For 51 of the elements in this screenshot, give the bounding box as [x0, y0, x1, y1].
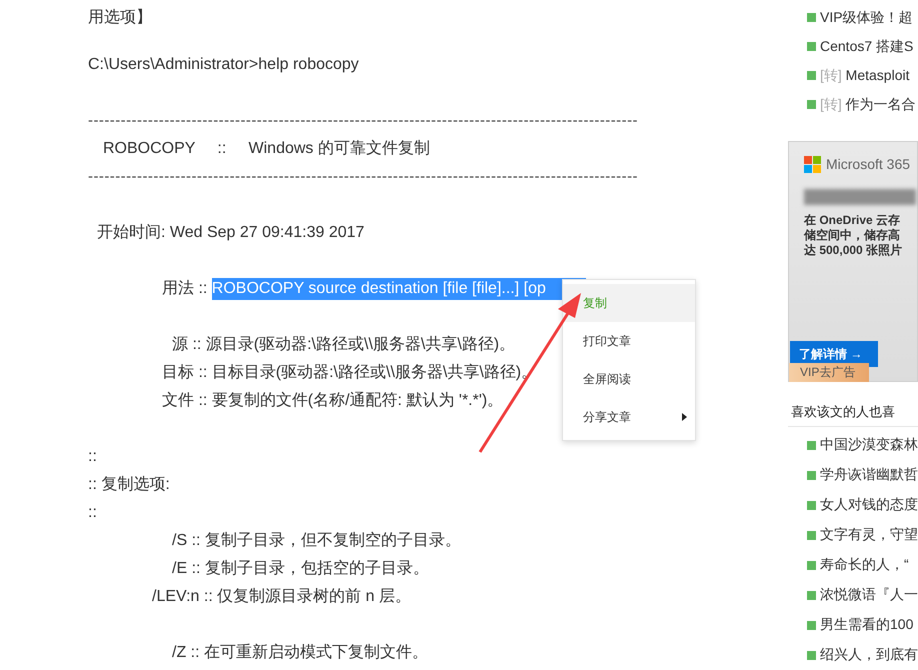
square-bullet-icon: [807, 620, 816, 630]
square-bullet-icon: [807, 440, 816, 450]
body-text: ::: [88, 447, 97, 467]
square-bullet-icon: [807, 650, 816, 660]
body-text: 源 :: 源目录(驱动器:\路径或\\服务器\共享\路径)。: [172, 334, 516, 355]
article-link[interactable]: [转] 作为一名合: [820, 96, 916, 114]
square-bullet-icon: [807, 470, 816, 480]
article-link[interactable]: 女人对钱的态度: [820, 496, 918, 514]
ad-brand: Microsoft 365: [826, 156, 910, 172]
article-link[interactable]: 男生需看的100: [820, 616, 914, 634]
body-text: :: 复制选项:: [88, 474, 170, 495]
square-bullet-icon: [807, 590, 816, 600]
body-text: /Z :: 在可重新启动模式下复制文件。: [172, 642, 428, 663]
article-link[interactable]: 浓悦微语『人一: [820, 586, 918, 604]
square-bullet-icon: [807, 530, 816, 540]
ad-banner[interactable]: Microsoft 365 在 OneDrive 云存储空间中，储存高达 500,000 张照片 了解详情 → VIP去广告: [788, 140, 918, 382]
dashed-rule: -----------------------------------------------------------------------------------------------------: [88, 111, 638, 131]
ad-text: 在 OneDrive 云存储空间中，储存高达 500,000 张照片: [804, 212, 904, 258]
menu-item[interactable]: 分享文章: [563, 398, 695, 436]
body-text: ROBOCOPY :: Windows 的可靠文件复制: [103, 138, 430, 159]
square-bullet-icon: [807, 71, 816, 80]
body-text: 用选项】: [88, 8, 152, 28]
remove-ad-button[interactable]: VIP去广告: [789, 363, 869, 382]
menu-item[interactable]: 全屏阅读: [563, 360, 695, 398]
body-text: /E :: 复制子目录，包括空的子目录。: [172, 558, 429, 579]
square-bullet-icon: [807, 42, 816, 52]
square-bullet-icon: [807, 500, 816, 510]
body-text: ::: [88, 503, 97, 523]
selected-text: ROBOCOPY source destination [file [file]...] [op: [212, 278, 586, 300]
body-text: 目标 :: 目标目录(驱动器:\路径或\\服务器\共享\路径)。: [162, 362, 538, 383]
article-link[interactable]: VIP级体验！超: [820, 8, 913, 26]
article-link[interactable]: 绍兴人，到底有: [820, 646, 918, 664]
dashed-rule: -----------------------------------------------------------------------------------------------------: [88, 167, 638, 187]
square-bullet-icon: [807, 13, 816, 22]
body-text: /LEV:n :: 仅复制源目录树的前 n 层。: [152, 586, 412, 607]
article-link[interactable]: Centos7 搭建S: [820, 38, 914, 56]
section-heading: 喜欢该文的人也喜: [788, 398, 918, 428]
body-text: C:\Users\Administrator>help robocopy: [88, 55, 359, 75]
square-bullet-icon: [807, 100, 816, 110]
square-bullet-icon: [807, 560, 816, 570]
article-link[interactable]: 文字有灵，守望: [820, 526, 918, 544]
article-link[interactable]: 学舟诙谐幽默哲: [820, 466, 918, 484]
body-text: 文件 :: 要复制的文件(名称/通配符: 默认为 '*.*')。: [162, 390, 504, 411]
body-text: /S :: 复制子目录，但不复制空的子目录。: [172, 530, 461, 551]
menu-item[interactable]: 打印文章: [563, 322, 695, 360]
article-link[interactable]: [转] Metasploit: [820, 66, 910, 85]
article-link[interactable]: 寿命长的人，“: [820, 556, 909, 574]
body-text: 开始时间: Wed Sep 27 09:41:39 2017: [97, 222, 364, 243]
body-text: 用法 ::: [162, 278, 208, 299]
windows-logo-icon: [804, 156, 821, 173]
article-link[interactable]: 中国沙漠变森林: [820, 436, 918, 454]
